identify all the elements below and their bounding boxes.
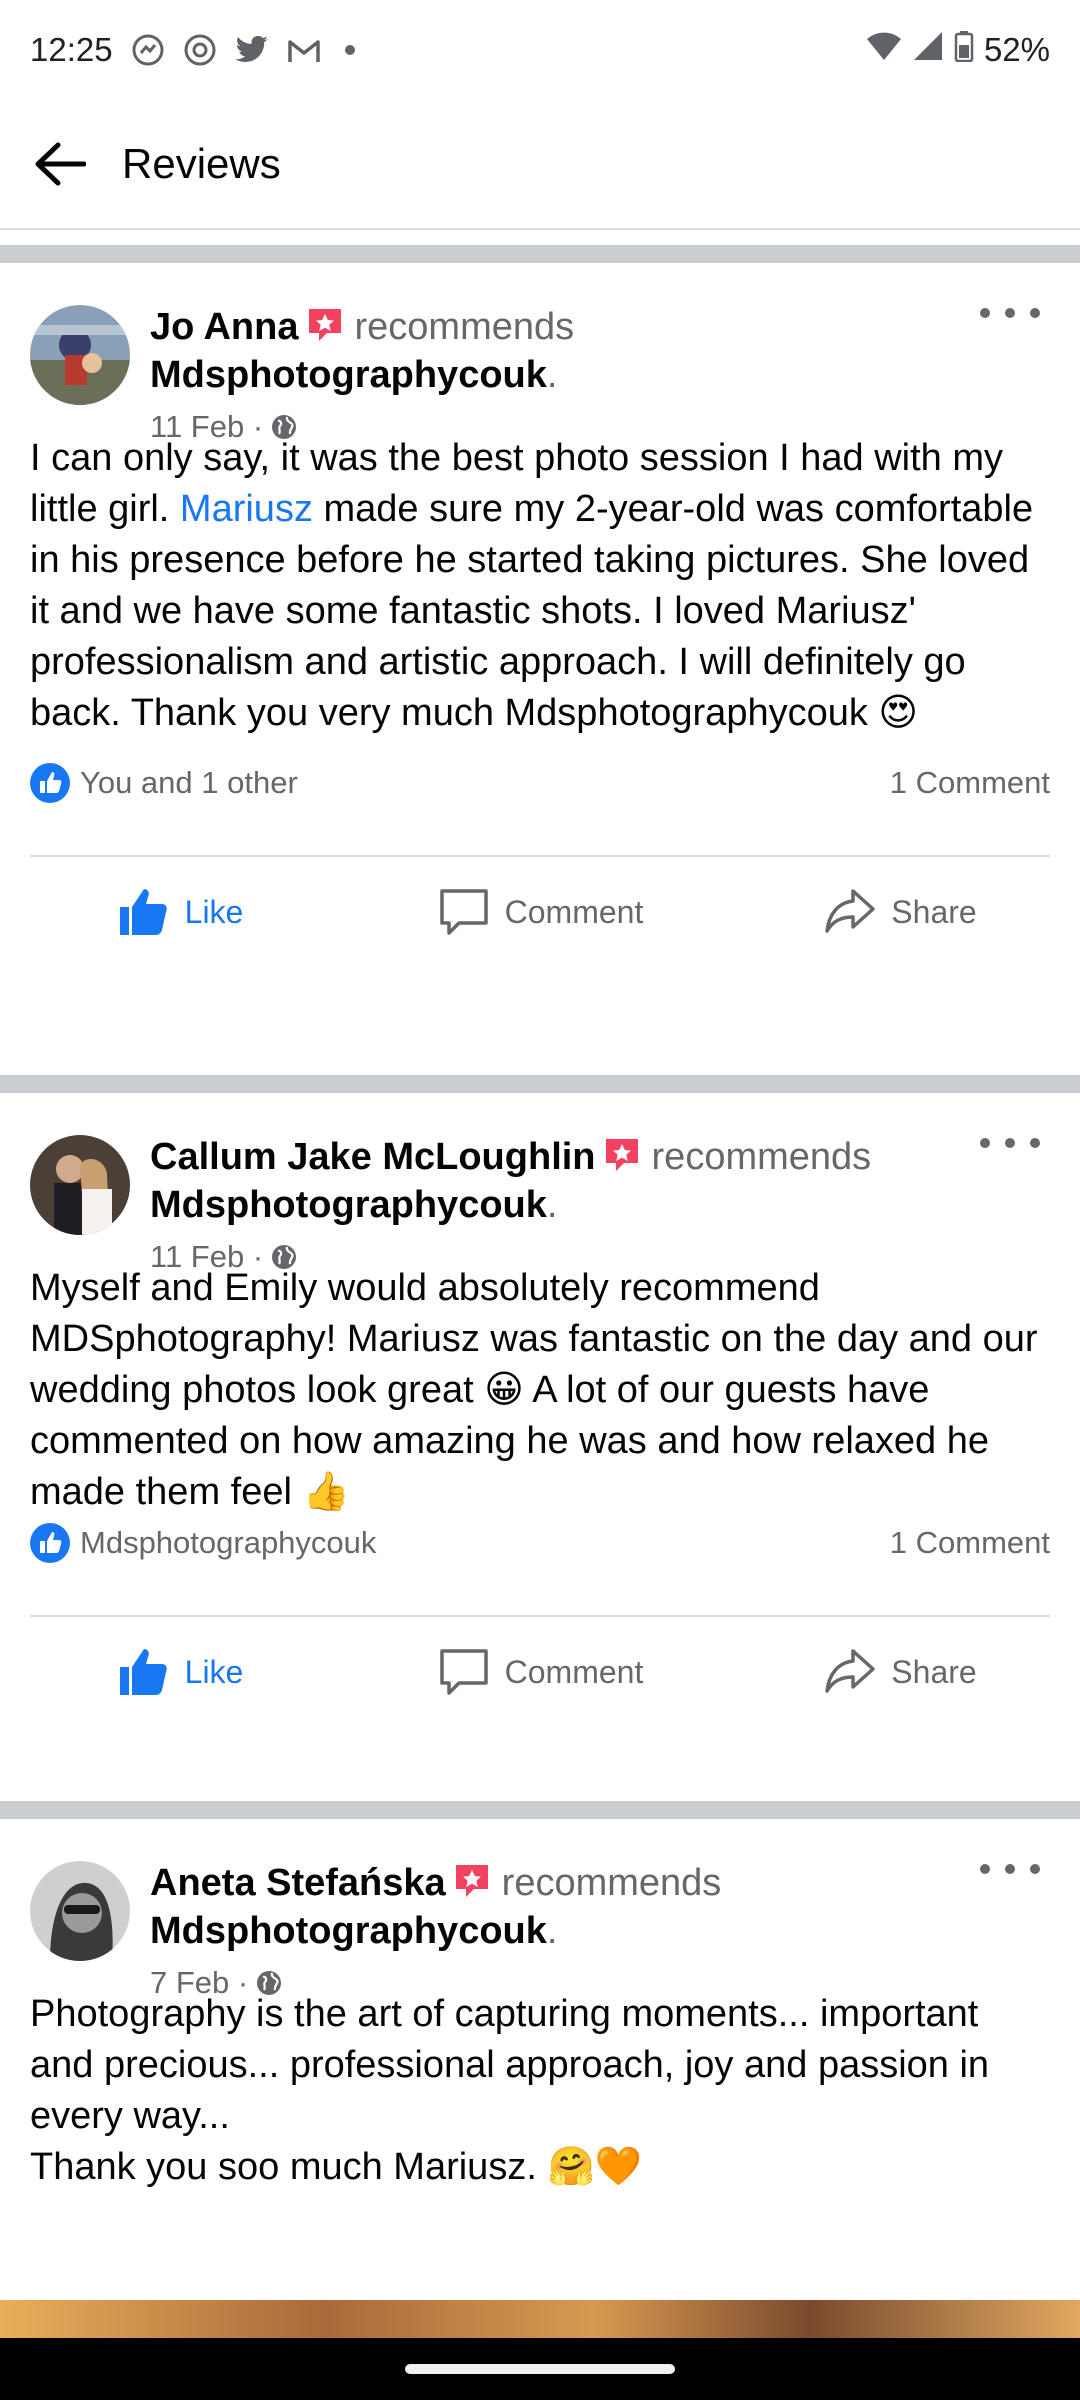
reviewer-name[interactable]: Callum Jake McLoughlin (150, 1136, 596, 1178)
recommends-label: recommends (354, 306, 575, 348)
heart-eyes-emoji: 😍 (878, 692, 919, 734)
comment-icon (439, 1649, 488, 1695)
reactions-summary[interactable]: You and 1 other 1 Comment (30, 753, 1050, 813)
threads-notification-icon (181, 31, 219, 69)
action-bar: Like Comment Share (0, 1617, 1080, 1727)
like-reaction-icon (30, 763, 70, 803)
comment-button[interactable]: Comment (360, 1645, 720, 1699)
section-divider (0, 1801, 1080, 1819)
section-divider (0, 245, 1080, 263)
page-title: Reviews (122, 140, 281, 187)
reaction-text: Mdsphotographycouk (80, 1525, 377, 1560)
home-gesture-handle[interactable] (405, 2364, 675, 2374)
hugging-heart-emoji: 🤗🧡 (547, 2146, 643, 2188)
share-icon (825, 889, 876, 933)
wifi-icon (866, 31, 902, 69)
more-notifications-dot (344, 45, 355, 55)
page-name[interactable]: Mdsphotographycouk (150, 1910, 547, 1952)
thumbs-up-emoji: 👍 (302, 1471, 350, 1513)
thumbs-up-icon (119, 889, 167, 935)
avatar[interactable] (30, 1135, 130, 1235)
comment-button[interactable]: Comment (360, 885, 720, 939)
more-options-button[interactable] (980, 1849, 1040, 1889)
battery-percent: 52% (983, 31, 1050, 68)
reaction-text: You and 1 other (80, 765, 298, 800)
thumbs-up-icon (119, 1649, 167, 1695)
avatar[interactable] (30, 305, 130, 405)
post-photo-preview[interactable] (0, 2300, 1080, 2338)
more-options-button[interactable] (980, 1123, 1040, 1163)
twitter-notification-icon (233, 31, 271, 69)
battery-icon (954, 30, 974, 70)
post-date[interactable]: 11 Feb (150, 409, 244, 445)
recommends-label: recommends (501, 1862, 722, 1904)
globe-icon (272, 415, 297, 439)
recommends-label: recommends (651, 1136, 872, 1178)
recommendation-icon (305, 305, 345, 345)
like-button[interactable]: Like (0, 1645, 360, 1699)
action-bar: Like Comment Share (0, 857, 1080, 967)
back-button[interactable] (28, 132, 92, 196)
share-icon (825, 1649, 876, 1693)
review-text: Photography is the art of capturing mome… (30, 1993, 990, 2188)
avatar[interactable] (30, 1861, 130, 1961)
recommendation-icon (602, 1135, 642, 1175)
comment-icon (439, 889, 488, 935)
review-post: Callum Jake McLoughlin recommends Mdsphot… (0, 1093, 1080, 1800)
gmail-notification-icon (285, 31, 323, 69)
grinning-emoji: 😀 (484, 1369, 524, 1411)
share-button[interactable]: Share (720, 1645, 1080, 1699)
like-reaction-icon (30, 1523, 70, 1563)
review-post: Aneta Stefańska recommends Mdsphotography… (0, 1819, 1080, 2300)
status-bar: 12:25 52% (0, 0, 1080, 100)
globe-icon (272, 1245, 297, 1269)
more-options-button[interactable] (980, 293, 1040, 333)
review-text: I can only say, it was the best photo se… (30, 437, 1034, 734)
post-date[interactable]: 11 Feb (150, 1239, 244, 1275)
reviewer-name[interactable]: Jo Anna (150, 306, 299, 348)
comment-count[interactable]: 1 Comment (890, 1525, 1050, 1561)
review-post: Jo Anna recommends Mdsphotographycouk. 11… (0, 263, 1080, 1070)
mention-link[interactable]: Mariusz (180, 488, 313, 530)
app-header: Reviews (0, 100, 1080, 230)
comment-count[interactable]: 1 Comment (890, 765, 1050, 801)
page-name[interactable]: Mdsphotographycouk (150, 1184, 547, 1226)
recommendation-icon (452, 1861, 492, 1901)
messenger-notification-icon (129, 31, 167, 69)
review-text: Myself and Emily would absolutely recomm… (30, 1267, 1038, 1513)
post-date[interactable]: 7 Feb (150, 1965, 229, 2001)
signal-icon (912, 31, 944, 69)
reviewer-name[interactable]: Aneta Stefańska (150, 1862, 446, 1904)
status-time: 12:25 (30, 31, 113, 68)
page-name[interactable]: Mdsphotographycouk (150, 354, 547, 396)
arrow-left-icon (35, 142, 86, 186)
globe-icon (257, 1971, 282, 1995)
reactions-summary[interactable]: Mdsphotographycouk 1 Comment (30, 1513, 1050, 1573)
system-nav-bar (0, 2338, 1080, 2400)
share-button[interactable]: Share (720, 885, 1080, 939)
like-button[interactable]: Like (0, 885, 360, 939)
section-divider (0, 1075, 1080, 1093)
